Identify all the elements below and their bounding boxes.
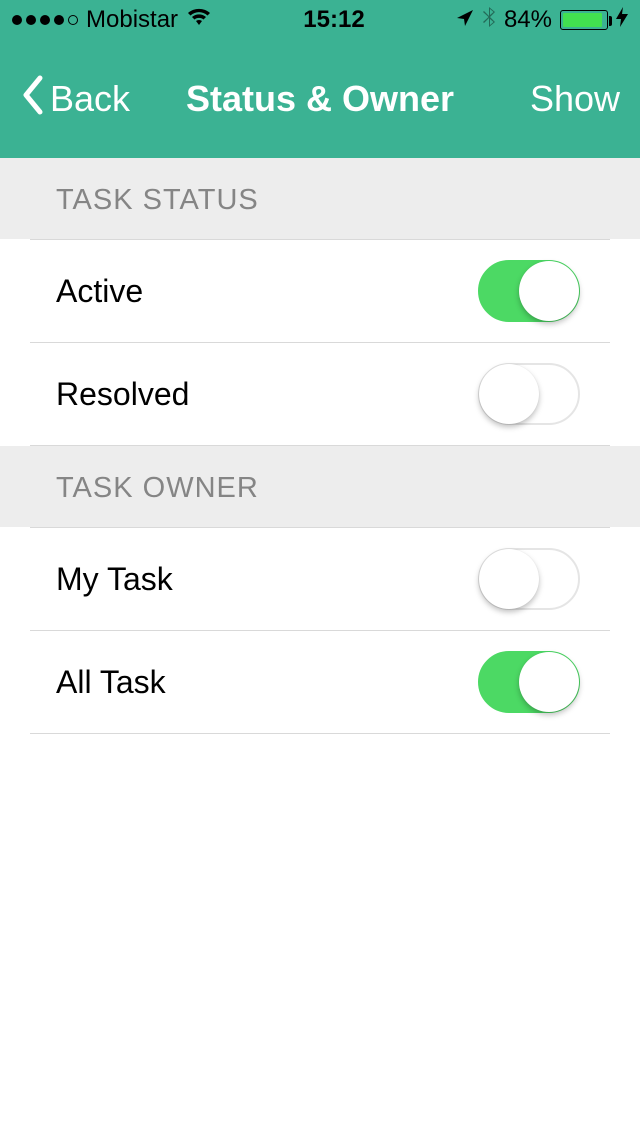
row-label-all-task: All Task <box>30 664 166 701</box>
battery-percent-label: 84% <box>504 6 552 34</box>
section-task-owner: TASK OWNER My Task All Task <box>0 446 640 734</box>
back-button[interactable]: Back <box>20 74 130 125</box>
battery-icon <box>560 10 608 30</box>
section-header-task-status: TASK STATUS <box>0 158 640 239</box>
bluetooth-icon <box>482 6 496 35</box>
charging-icon <box>616 7 628 33</box>
toggle-all-task[interactable] <box>478 651 580 713</box>
carrier-label: Mobistar <box>86 6 178 34</box>
section-header-task-owner: TASK OWNER <box>0 446 640 527</box>
row-label-resolved: Resolved <box>30 376 189 413</box>
status-bar: Mobistar 15:12 84% <box>0 0 640 40</box>
row-all-task: All Task <box>30 631 610 734</box>
wifi-icon <box>186 6 212 34</box>
location-icon <box>456 6 474 34</box>
status-right: 84% <box>456 6 628 35</box>
signal-strength-icon <box>12 15 78 25</box>
row-label-my-task: My Task <box>30 561 173 598</box>
row-resolved: Resolved <box>30 343 610 446</box>
clock-label: 15:12 <box>303 6 364 34</box>
row-my-task: My Task <box>30 527 610 631</box>
nav-bar: Back Status & Owner Show <box>0 40 640 158</box>
battery-fill <box>563 13 602 27</box>
status-left: Mobistar <box>12 6 212 34</box>
page-title: Status & Owner <box>140 78 500 120</box>
section-task-status: TASK STATUS Active Resolved <box>0 158 640 446</box>
chevron-left-icon <box>20 74 44 125</box>
show-button[interactable]: Show <box>500 78 620 120</box>
toggle-my-task[interactable] <box>478 548 580 610</box>
toggle-resolved[interactable] <box>478 363 580 425</box>
toggle-active[interactable] <box>478 260 580 322</box>
row-label-active: Active <box>30 273 143 310</box>
back-label: Back <box>50 78 130 120</box>
row-active: Active <box>30 239 610 343</box>
